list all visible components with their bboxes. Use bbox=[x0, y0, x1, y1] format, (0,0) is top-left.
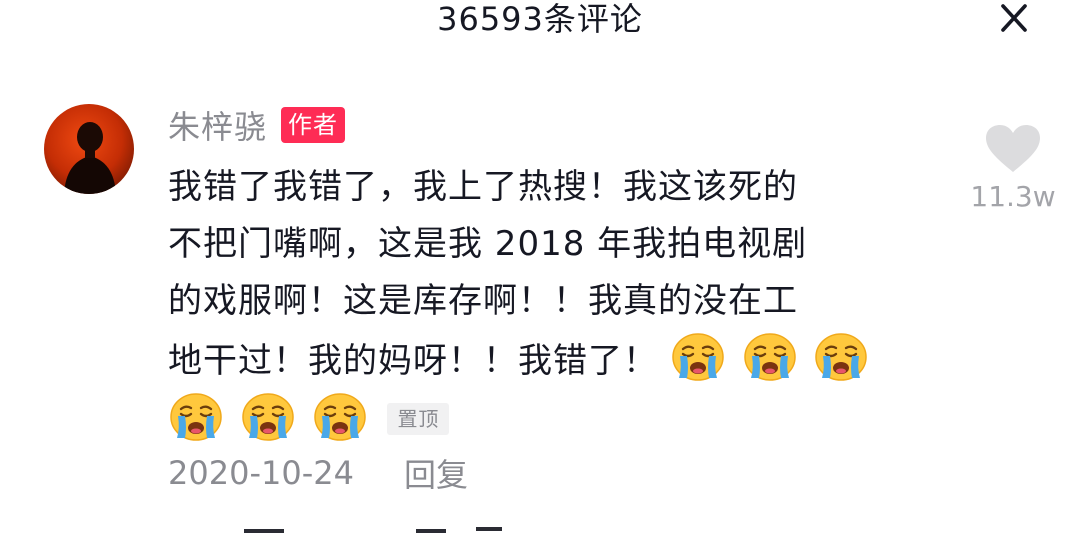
comments-header: 36593条评论 bbox=[0, 0, 1080, 44]
close-button[interactable] bbox=[994, 2, 1034, 36]
reply-button[interactable]: 回复 bbox=[404, 450, 468, 496]
heart-icon bbox=[986, 125, 1040, 172]
comment-text-line: 的戏服啊！这是库存啊！！我真的没在工 bbox=[168, 281, 798, 321]
comment-text-line: 我错了我错了，我上了热搜！我这该死的 bbox=[168, 167, 798, 207]
comment-author-row: 朱梓骁 作者 bbox=[168, 102, 346, 148]
next-comment-text-clip bbox=[244, 527, 502, 533]
crying-face-emoji-icon bbox=[312, 390, 368, 442]
crying-face-emoji-icon bbox=[240, 390, 296, 442]
comment-body: 我错了我错了，我上了热搜！我这该死的 不把门嘴啊，这是我 2018 年我拍电视剧… bbox=[168, 159, 958, 450]
comment-count-title: 36593条评论 bbox=[437, 0, 643, 38]
comment-meta-row: 2020-10-24 回复 bbox=[168, 450, 468, 496]
avatar[interactable] bbox=[44, 104, 134, 194]
crying-face-emoji-icon bbox=[670, 330, 726, 382]
comment-text-segment: 地干过！我的妈呀！！我错了！ bbox=[168, 341, 658, 381]
comment-emoji-line: 置顶 bbox=[168, 390, 958, 450]
comment-text-line: 不把门嘴啊，这是我 2018 年我拍电视剧 bbox=[168, 224, 808, 264]
crying-face-emoji-icon bbox=[813, 330, 869, 382]
author-name[interactable]: 朱梓骁 bbox=[168, 102, 267, 148]
like-count: 11.3w bbox=[970, 180, 1056, 213]
comment-text-line-last: 地干过！我的妈呀！！我错了！ bbox=[168, 330, 958, 390]
crying-face-emoji-icon bbox=[168, 390, 224, 442]
comment-date: 2020-10-24 bbox=[168, 454, 354, 492]
author-badge: 作者 bbox=[281, 107, 346, 143]
avatar-image bbox=[44, 104, 134, 194]
pinned-tag: 置顶 bbox=[387, 403, 450, 435]
like-button[interactable] bbox=[984, 124, 1042, 174]
crying-face-emoji-icon bbox=[742, 330, 798, 382]
close-icon bbox=[1001, 4, 1027, 32]
next-comment-partial bbox=[240, 520, 540, 534]
